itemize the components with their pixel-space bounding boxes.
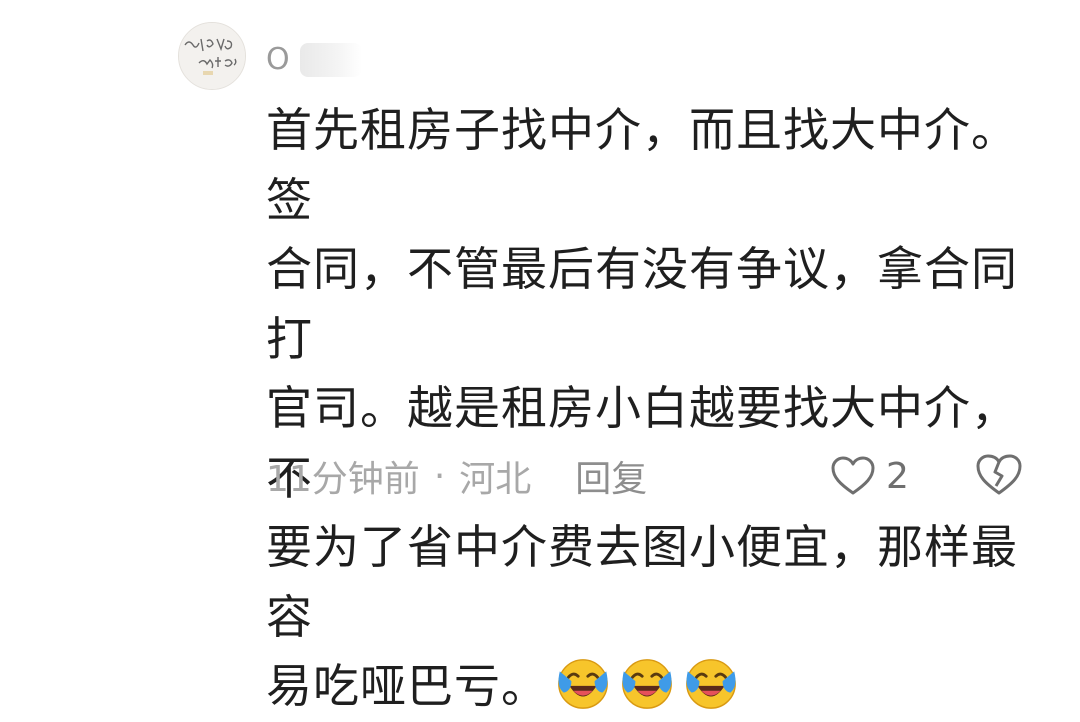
username[interactable]: O: [266, 40, 362, 80]
like-count: 2: [886, 455, 909, 497]
heart-outline-icon: [831, 456, 875, 495]
meta-separator: ·: [433, 455, 446, 497]
laughing-crying-emoji-icon: [558, 659, 608, 709]
comment-line: 首先租房子找中介，而且找大中介。签: [266, 103, 1018, 227]
username-text: O: [266, 42, 290, 77]
laughing-crying-emoji-icon: [686, 659, 736, 709]
avatar-image: [179, 23, 245, 89]
comment-item: O 首先租房子找中介，而且找大中介。签 合同，不管最后有没有争议，拿合同打 官司…: [0, 0, 1080, 713]
comment-line: 易吃哑巴亏。: [266, 659, 548, 713]
comment-body: 首先租房子找中介，而且找大中介。签 合同，不管最后有没有争议，拿合同打 官司。越…: [266, 96, 1046, 722]
comment-line-last: 易吃哑巴亏。: [266, 652, 1046, 722]
comment-line: 要为了省中介费去图小便宜，那样最容: [266, 520, 1018, 644]
comment-line: 合同，不管最后有没有争议，拿合同打: [266, 242, 1018, 366]
broken-heart-icon: [976, 454, 1022, 495]
avatar[interactable]: [178, 22, 246, 90]
dislike-button[interactable]: [974, 452, 1024, 500]
comment-time: 11分钟前: [266, 459, 420, 500]
comment-location: 河北: [459, 459, 532, 500]
emoji-row: [554, 654, 740, 712]
reply-button[interactable]: 回复: [575, 450, 647, 502]
like-button[interactable]: 2: [830, 452, 909, 500]
comment-meta: 11分钟前 · 河北 回复: [266, 450, 647, 502]
laughing-crying-emoji-icon: [622, 659, 672, 709]
username-blurred: [299, 43, 362, 77]
